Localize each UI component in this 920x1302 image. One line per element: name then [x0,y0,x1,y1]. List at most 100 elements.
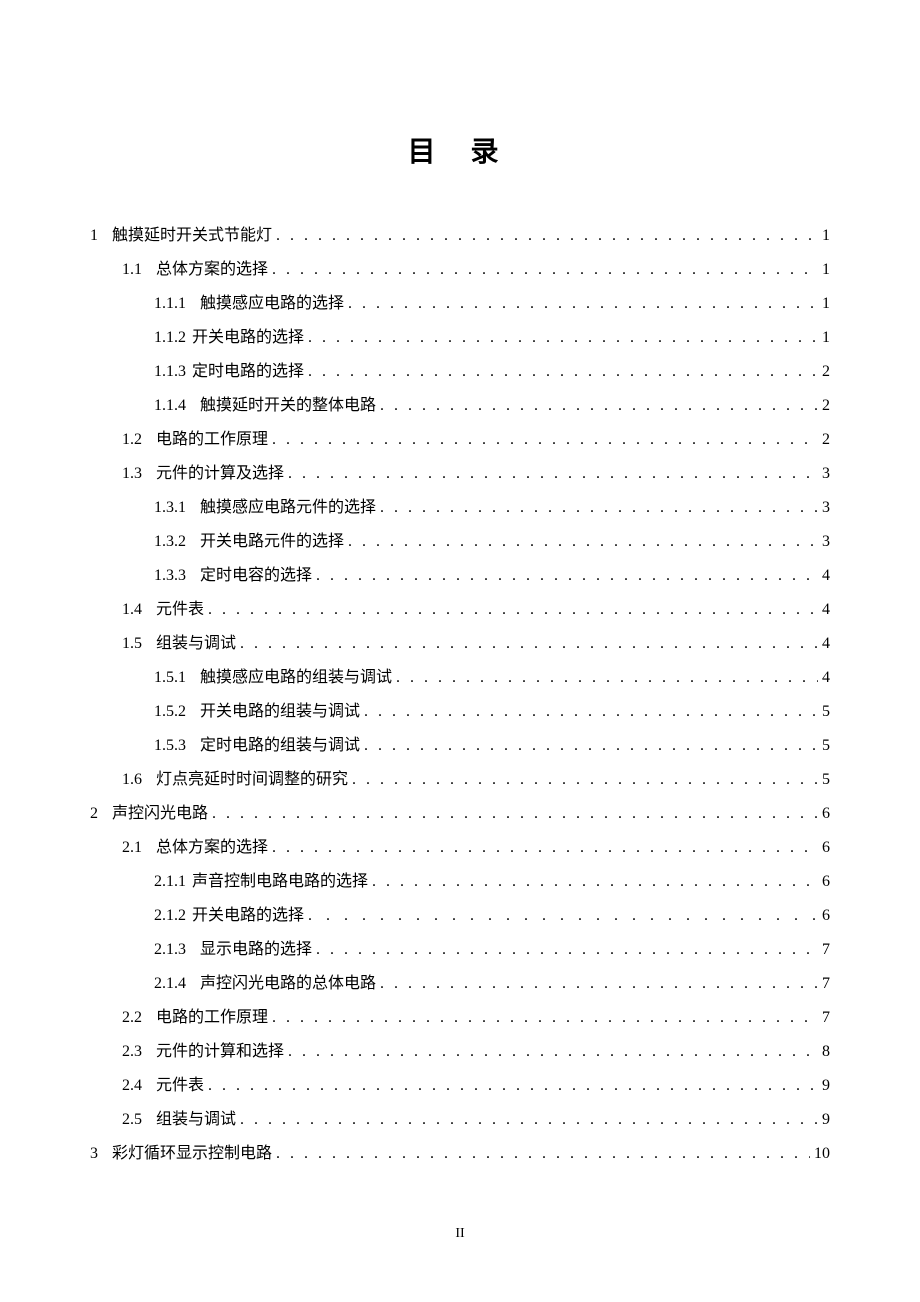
toc-entry-text: 电路的工作原理 [156,1002,268,1034]
toc-entry-number: 2.1.4 [154,968,186,1000]
toc-entry: 1.5组装与调试. . . . . . . . . . . . . . . . … [90,628,830,660]
toc-entry-number: 1.1.3 [154,356,186,388]
toc-entry-page: 7 [822,934,830,966]
page-footer: II [0,1226,920,1242]
toc-entry-number: 1.5.2 [154,696,186,728]
toc-entry-text: 元件表 [156,594,204,626]
toc-entry-page: 1 [822,322,830,354]
toc-dots: . . . . . . . . . . . . . . . . . . . . … [272,1002,818,1034]
toc-dots: . . . . . . . . . . . . . . . . . . . . … [276,220,818,252]
toc-dots: . . . . . . . . . . . . . . . . . . . . … [212,798,818,830]
toc-entry: 1.6灯点亮延时时间调整的研究. . . . . . . . . . . . .… [90,764,830,796]
toc-dots: . . . . . . . . . . . . . . . . . . . . … [348,288,818,320]
toc-entry: 2.4元件表. . . . . . . . . . . . . . . . . … [90,1070,830,1102]
toc-entry: 2.1总体方案的选择. . . . . . . . . . . . . . . … [90,832,830,864]
toc-entry-number: 1.5.3 [154,730,186,762]
toc-dots: . . . . . . . . . . . . . . . . . . . . … [272,424,818,456]
toc-dots: . . . . . . . . . . . . . . . . . . . . … [396,662,818,694]
toc-entry-text: 开关电路的组装与调试 [200,696,360,728]
toc-dots: . . . . . . . . . . . . . . . . . . . . … [308,356,818,388]
toc-entry-page: 4 [822,628,830,660]
toc-entry-number: 1.1.2 [154,322,186,354]
toc-dots: . . . . . . . . . . . . . . . . . . . . … [316,560,818,592]
toc-entry-page: 5 [822,764,830,796]
toc-entry-number: 2.1.3 [154,934,186,966]
toc-entry-page: 1 [822,254,830,286]
toc-entry-text: 灯点亮延时时间调整的研究 [156,764,348,796]
toc-entry: 2.1.3显示电路的选择. . . . . . . . . . . . . . … [90,934,830,966]
toc-entry-number: 2.1.2 [154,900,186,932]
toc-entry-number: 1.3.3 [154,560,186,592]
toc-dots: . . . . . . . . . . . . . . . . . . . . … [272,832,818,864]
toc-title: 目 录 [90,130,830,170]
toc-dots: . . . . . . . . . . . . . . . . . . . . … [208,1070,818,1102]
toc-entry: 2声控闪光电路. . . . . . . . . . . . . . . . .… [90,798,830,830]
toc-entry-page: 6 [822,900,830,932]
toc-entry: 1 触摸延时开关式节能灯. . . . . . . . . . . . . . .… [90,220,830,252]
toc-dots: . . . . . . . . . . . . . . . . . . . . … [380,492,818,524]
toc-entry-text: 元件的计算和选择 [156,1036,284,1068]
toc-entry-page: 9 [822,1070,830,1102]
toc-entry-number: 1.5 [122,628,142,660]
toc-entry-text: 元件表 [156,1070,204,1102]
toc-entry-page: 3 [822,492,830,524]
toc-entry-text: 组装与调试 [156,1104,236,1136]
toc-entry-number: 1.1 [122,254,142,286]
toc-entry-text: 触摸感应电路的选择 [200,288,344,320]
toc-entry-page: 8 [822,1036,830,1068]
toc-entry-number: 1.4 [122,594,142,626]
toc-entry-page: 3 [822,526,830,558]
toc-entry-page: 4 [822,560,830,592]
toc-entry: 1.5.2 开关电路的组装与调试. . . . . . . . . . . . .… [90,696,830,728]
toc-dots: . . . . . . . . . . . . . . . . . . . . … [352,764,818,796]
toc-entry-text: 触摸延时开关式节能灯 [112,220,272,252]
toc-entry-text: 彩灯循环显示控制电路 [112,1138,272,1170]
toc-entry: 1.1.2开关电路的选择. . . . . . . . . . . . . . … [90,322,830,354]
toc-entry: 1.1 总体方案的选择. . . . . . . . . . . . . . . … [90,254,830,286]
toc-entry-text: 元件的计算及选择 [156,458,284,490]
toc-entry-text: 总体方案的选择 [156,254,268,286]
toc-entry-number: 1.3.2 [154,526,186,558]
toc-entry: 2.5组装与调试. . . . . . . . . . . . . . . . … [90,1104,830,1136]
toc-entry: 1.1.4触摸延时开关的整体电路. . . . . . . . . . . . … [90,390,830,422]
toc-dots: . . . . . . . . . . . . . . . . . . . . … [240,628,818,660]
toc-entry: 1.5.3定时电路的组装与调试. . . . . . . . . . . . .… [90,730,830,762]
toc-entry: 1.4 元件表. . . . . . . . . . . . . . . . . … [90,594,830,626]
toc-entry-text: 触摸感应电路元件的选择 [200,492,376,524]
toc-entry-number: 1.5.1 [154,662,186,694]
toc-entry-number: 1 [90,220,98,252]
toc-entry-page: 6 [822,798,830,830]
toc-dots: . . . . . . . . . . . . . . . . . . . . … [288,458,818,490]
toc-entry-page: 7 [822,968,830,1000]
toc-entry-page: 2 [822,356,830,388]
toc-entry: 1.1.1触摸感应电路的选择. . . . . . . . . . . . . … [90,288,830,320]
toc-entry: 1.3元件的计算及选择. . . . . . . . . . . . . . .… [90,458,830,490]
toc-entry: 2.1.2开关电路的选择. . . . . . . . . . . . . . … [90,900,830,932]
toc-entry-number: 2.3 [122,1036,142,1068]
toc-container: 1触摸延时开关式节能灯. . . . . . . . . . . . . . .… [90,220,830,1170]
toc-entry: 1.1.3定时电路的选择. . . . . . . . . . . . . . … [90,356,830,388]
toc-dots: . . . . . . . . . . . . . . . . . . . . … [272,254,818,286]
toc-entry-text: 定时电容的选择 [200,560,312,592]
toc-entry-page: 2 [822,424,830,456]
toc-dots: . . . . . . . . . . . . . . . . . . . . … [316,934,818,966]
toc-entry-number: 2.1.1 [154,866,186,898]
toc-entry-text: 开关电路的选择 [192,900,304,932]
toc-entry-page: 7 [822,1002,830,1034]
toc-entry-text: 电路的工作原理 [156,424,268,456]
toc-dots: . . . . . . . . . . . . . . . . . . . . … [364,730,818,762]
toc-entry-page: 1 [822,288,830,320]
toc-entry-text: 开关电路元件的选择 [200,526,344,558]
toc-dots: . . . . . . . . . . . . . . . . . . . . … [288,1036,818,1068]
toc-entry: 2.1.4声控闪光电路的总体电路. . . . . . . . . . . . … [90,968,830,1000]
toc-entry-number: 1.2 [122,424,142,456]
toc-dots: . . . . . . . . . . . . . . . . . . . . … [380,968,818,1000]
toc-entry-page: 5 [822,696,830,728]
toc-dots: . . . . . . . . . . . . . . . . . . . . … [208,594,818,626]
toc-entry-text: 总体方案的选择 [156,832,268,864]
toc-dots: . . . . . . . . . . . . . . . . . . . . … [240,1104,818,1136]
toc-entry: 2.1.1声音控制电路电路的选择. . . . . . . . . . . . … [90,866,830,898]
toc-entry: 1.3.3 定时电容的选择. . . . . . . . . . . . . . … [90,560,830,592]
toc-dots: . . . . . . . . . . . . . . . . . . . . … [364,696,818,728]
toc-entry-page: 10 [814,1138,830,1170]
